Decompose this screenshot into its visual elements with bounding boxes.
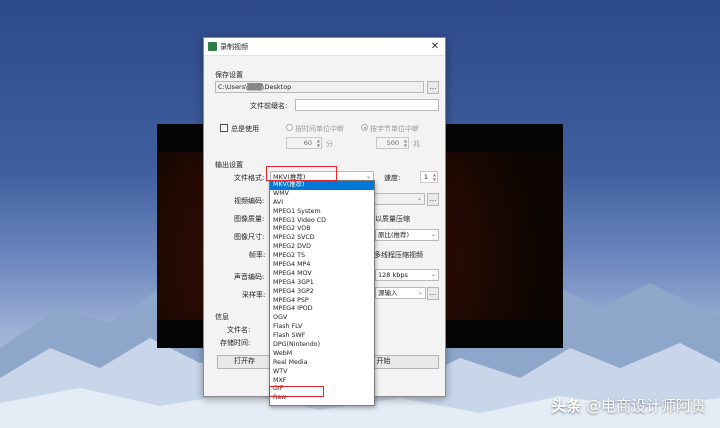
format-option[interactable]: DPG(Nintendo)	[270, 341, 374, 350]
spin-arrows-icon: ▲ ▼	[432, 172, 436, 182]
image-size-label: 图像尺寸:	[234, 233, 265, 241]
size-unit-label: 兆	[413, 140, 420, 148]
save-path-field[interactable]: C:\Users\▒▒▒\Desktop	[215, 81, 424, 93]
info-heading: 信息	[215, 313, 229, 321]
watermark: 头条 @电商设计师阿贵	[551, 395, 706, 416]
size-value: 500	[386, 139, 399, 147]
image-size-select[interactable]: 原比(推荐) ⌄	[375, 229, 439, 241]
split-by-size-label: 按字节单位中断	[370, 125, 419, 133]
image-size-value: 原比(推荐)	[378, 231, 410, 239]
output-settings-heading: 输出设置	[215, 161, 243, 169]
window-title: 录制视频	[220, 42, 248, 51]
speed-label: 速度:	[384, 174, 401, 182]
file-format-label: 文件格式:	[234, 174, 265, 182]
format-option[interactable]: MPEG2 VOB	[270, 225, 374, 234]
split-by-size-radio[interactable]	[361, 124, 368, 131]
title-bar: 录制视频 ✕	[204, 38, 445, 56]
format-option[interactable]: Real Media	[270, 359, 374, 368]
sample-rate-select[interactable]: 源输入 ⌄	[375, 287, 426, 299]
time-unit-label: 分	[326, 140, 333, 148]
browse-path-button[interactable]: ...	[427, 81, 439, 94]
quality-compress-label: 以质量压缩	[375, 215, 410, 223]
filename-label: 文件名:	[227, 326, 251, 334]
chevron-down-icon: ⌄	[430, 271, 436, 278]
time-spinner[interactable]: 60 ▲ ▼	[286, 137, 322, 149]
format-option[interactable]: AVI	[270, 199, 374, 208]
format-option[interactable]: MPEG4 3GP1	[270, 279, 374, 288]
format-option[interactable]: MPEG2 TS	[270, 252, 374, 261]
chevron-down-icon: ⌄	[416, 195, 422, 202]
format-selection-highlight	[266, 166, 337, 181]
format-option[interactable]: MPEG1 Video CD	[270, 217, 374, 226]
video-codec-select[interactable]: ⌄	[374, 193, 425, 205]
format-option[interactable]: MPEG4 MP4	[270, 261, 374, 270]
size-spinner[interactable]: 500 ▲ ▼	[376, 137, 409, 149]
format-option[interactable]: WTV	[270, 368, 374, 377]
sample-rate-value: 源输入	[378, 289, 398, 297]
format-option[interactable]: WMV	[270, 190, 374, 199]
multithread-label: 多线程压缩视频	[374, 251, 423, 259]
file-prefix-label: 文件前缀名:	[250, 102, 288, 110]
speed-value: 1	[423, 173, 428, 181]
format-option[interactable]: MXF	[270, 377, 374, 386]
watermark-handle: @电商设计师阿贵	[585, 397, 706, 415]
time-value: 60	[303, 139, 312, 147]
store-time-label: 存储时间:	[220, 339, 251, 347]
audio-codec-label: 声音编码:	[234, 273, 265, 281]
open-folder-button[interactable]: 打开存	[217, 355, 272, 369]
format-option[interactable]: OGV	[270, 314, 374, 323]
always-use-label: 总是使用	[231, 125, 259, 133]
chevron-down-icon: ⌄	[417, 289, 423, 296]
spin-arrows-icon: ▲ ▼	[403, 138, 407, 148]
format-option[interactable]: Flash FLV	[270, 323, 374, 332]
app-icon	[208, 42, 217, 51]
format-option[interactable]: MPEG2 DVD	[270, 243, 374, 252]
format-option[interactable]: MPEG4 3GP2	[270, 288, 374, 297]
format-option[interactable]: MPEG4 PSP	[270, 297, 374, 306]
split-by-time-label: 按时间单位中断	[295, 125, 344, 133]
sample-rate-options-button[interactable]: ...	[427, 287, 439, 300]
always-use-checkbox[interactable]	[220, 124, 228, 132]
save-settings-heading: 保存设置	[215, 71, 243, 79]
format-option[interactable]: MPEG1 System	[270, 208, 374, 217]
gif-option-highlight	[269, 386, 324, 397]
format-option[interactable]: MPEG2 SVCD	[270, 234, 374, 243]
fps-label: 帧率:	[249, 251, 266, 259]
close-icon[interactable]: ✕	[429, 41, 441, 52]
spin-arrows-icon: ▲ ▼	[316, 138, 320, 148]
format-option[interactable]: MPEG4 MOV	[270, 270, 374, 279]
sample-rate-label: 采样率:	[242, 291, 266, 299]
file-prefix-input[interactable]	[295, 99, 439, 111]
file-format-dropdown-list: MKV(推荐) WMV AVI MPEG1 System MPEG1 Video CD M…	[269, 180, 375, 406]
audio-bitrate-select[interactable]: 128 kbps ⌄	[375, 269, 439, 281]
split-by-time-radio[interactable]	[286, 124, 293, 131]
image-quality-label: 图像质量:	[234, 215, 265, 223]
format-option[interactable]: MPEG4 IPOD	[270, 305, 374, 314]
audio-bitrate-value: 128 kbps	[378, 271, 408, 279]
chevron-down-icon: ⌄	[430, 231, 436, 238]
speed-spinner[interactable]: 1 ▲ ▼	[420, 171, 438, 183]
format-option[interactable]: Flash SWF	[270, 332, 374, 341]
format-option[interactable]: WebM	[270, 350, 374, 359]
watermark-brand: 头条	[551, 397, 582, 415]
video-codec-options-button[interactable]: ...	[427, 193, 439, 206]
video-codec-label: 视频编码:	[234, 197, 265, 205]
format-option[interactable]: MKV(推荐)	[270, 181, 374, 190]
